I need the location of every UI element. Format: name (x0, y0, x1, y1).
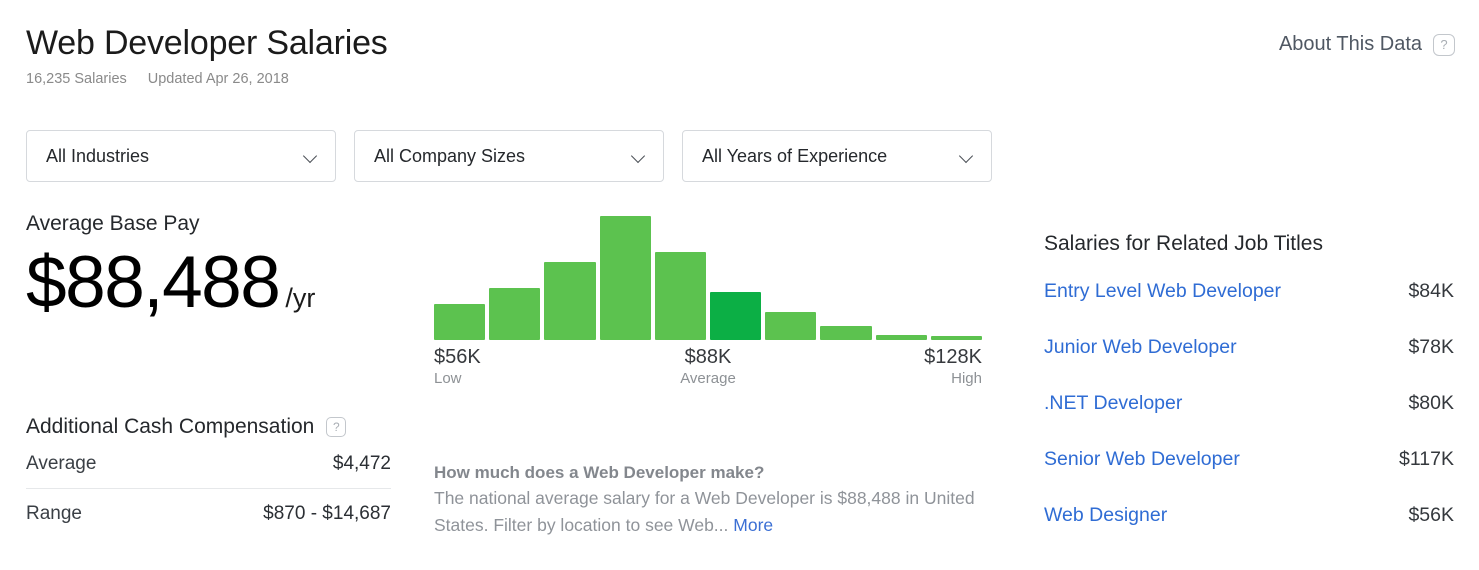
additional-cash-average-value: $4,472 (332, 453, 391, 474)
page-title: Web Developer Salaries (26, 24, 388, 62)
additional-cash-range-value: $870 - $14,687 (263, 503, 391, 524)
related-job-title-pay: $84K (1408, 280, 1454, 302)
additional-cash-header: Additional Cash Compensation ? (26, 415, 391, 439)
filter-years-experience[interactable]: All Years of Experience (682, 130, 992, 182)
updated-date: Updated Apr 26, 2018 (147, 71, 289, 87)
more-link[interactable]: More (733, 515, 773, 535)
average-base-pay-label: Average Base Pay (26, 212, 200, 235)
filter-industries[interactable]: All Industries (26, 130, 336, 182)
additional-cash-label: Additional Cash Compensation (26, 415, 315, 438)
additional-cash-row-average: Average $4,472 (26, 453, 391, 489)
axis-average-label: Average (680, 370, 736, 387)
description-text: The national average salary for a Web De… (434, 488, 975, 535)
histogram-bar[interactable] (875, 335, 927, 340)
chevron-down-icon (960, 149, 975, 164)
additional-cash-range-label: Range (26, 503, 82, 524)
salary-count: 16,235 Salaries (26, 71, 127, 87)
related-job-title-link[interactable]: Entry Level Web Developer (1044, 280, 1281, 303)
filter-years-experience-label: All Years of Experience (702, 145, 888, 166)
job-description-block: How much does a Web Developer make? The … (434, 460, 986, 539)
histogram-bar[interactable] (489, 288, 541, 340)
page-subtitle: 16,235 Salaries Updated Apr 26, 2018 (26, 71, 1453, 87)
chevron-down-icon (632, 149, 647, 164)
histogram-bar[interactable] (434, 304, 486, 340)
description-question: How much does a Web Developer make? (434, 463, 765, 482)
histogram-bar[interactable] (820, 326, 872, 340)
average-base-pay-value-group: $88,488 /yr (26, 242, 406, 324)
average-base-pay-section: Average Base Pay $88,488 /yr (26, 212, 406, 324)
histogram-bar[interactable] (765, 312, 817, 340)
average-base-pay-amount: $88,488 (26, 242, 281, 323)
help-icon[interactable]: ? (1433, 33, 1455, 56)
related-job-title-row: .NET Developer $80K (1044, 392, 1454, 415)
related-job-titles-list: Entry Level Web Developer $84K Junior Web … (1044, 280, 1454, 527)
axis-marker-average: $88K Average (680, 345, 736, 388)
salary-histogram-bars (434, 212, 983, 340)
histogram-bar[interactable] (930, 336, 983, 340)
related-job-title-link[interactable]: Web Designer (1044, 504, 1167, 527)
filter-company-sizes[interactable]: All Company Sizes (354, 130, 664, 182)
filter-company-sizes-label: All Company Sizes (374, 145, 526, 166)
about-this-data-link[interactable]: About This Data ? (1279, 33, 1455, 56)
salary-histogram-axis: $56K Low $88K Average $128K High (434, 345, 982, 391)
related-job-title-link[interactable]: Senior Web Developer (1044, 448, 1240, 471)
histogram-bar[interactable] (599, 216, 651, 340)
related-job-titles-heading: Salaries for Related Job Titles (1044, 232, 1323, 255)
additional-cash-row-range: Range $870 - $14,687 (26, 503, 391, 538)
histogram-bar[interactable] (710, 292, 762, 340)
help-icon[interactable]: ? (326, 417, 347, 437)
axis-high-value: $128K (924, 346, 982, 368)
related-job-titles-section: Salaries for Related Job Titles Entry Le… (1044, 232, 1454, 560)
related-job-title-row: Web Designer $56K (1044, 504, 1454, 527)
related-job-title-pay: $80K (1408, 392, 1454, 414)
about-this-data-label: About This Data (1278, 33, 1422, 55)
axis-average-value: $88K (684, 346, 732, 368)
axis-low-label: Low (434, 370, 462, 387)
related-job-title-row: Entry Level Web Developer $84K (1044, 280, 1454, 303)
related-job-title-pay: $78K (1408, 336, 1454, 358)
histogram-bar[interactable] (654, 252, 707, 340)
axis-high-label: High (951, 370, 982, 387)
related-job-title-row: Junior Web Developer $78K (1044, 336, 1454, 359)
additional-cash-compensation-section: Additional Cash Compensation ? Average $… (26, 415, 391, 538)
additional-cash-average-label: Average (26, 453, 97, 474)
page-header: Web Developer Salaries 16,235 Salaries U… (26, 22, 1453, 87)
axis-marker-low: $56K Low (434, 345, 481, 388)
chevron-down-icon (304, 149, 319, 164)
axis-marker-high: $128K High (924, 345, 982, 388)
related-job-title-row: Senior Web Developer $117K (1044, 448, 1454, 471)
related-job-title-link[interactable]: .NET Developer (1044, 392, 1182, 415)
description-body: The national average salary for a Web De… (434, 485, 986, 539)
filter-industries-label: All Industries (46, 145, 150, 166)
related-job-title-pay: $117K (1399, 448, 1454, 470)
salary-distribution-chart: $56K Low $88K Average $128K High (434, 212, 983, 391)
histogram-bar[interactable] (544, 262, 596, 340)
filter-bar: All Industries All Company Sizes All Yea… (26, 130, 992, 182)
related-job-title-link[interactable]: Junior Web Developer (1044, 336, 1237, 359)
related-job-title-pay: $56K (1408, 504, 1454, 526)
average-base-pay-period: /yr (285, 283, 316, 313)
axis-low-value: $56K (434, 346, 481, 368)
